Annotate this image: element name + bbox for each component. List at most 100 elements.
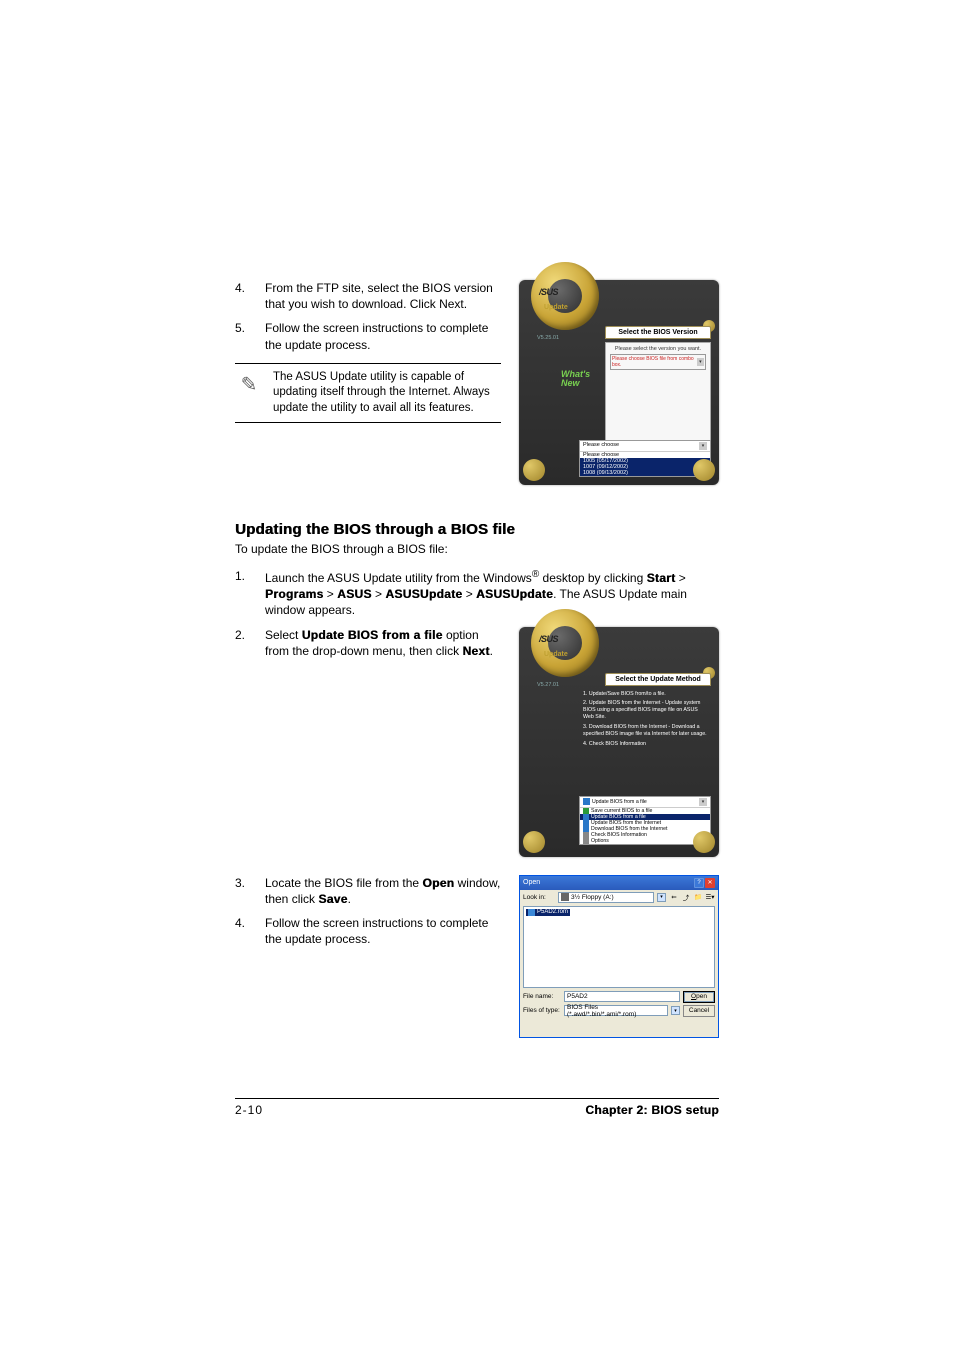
lookin-select[interactable]: 3½ Floppy (A:) (558, 892, 654, 903)
page-number: 2-10 (235, 1103, 263, 1117)
back-icon[interactable]: ⇐ (669, 892, 679, 902)
up-icon[interactable]: ⤴ (681, 892, 691, 902)
filename-input[interactable]: P5AD2 (564, 991, 680, 1002)
new-folder-icon[interactable]: 📁 (693, 892, 703, 902)
method-item: 2. Update BIOS from the Internet - Updat… (583, 700, 709, 721)
open-label: Open (422, 876, 454, 890)
list-item: 1. Launch the ASUS Update utility from t… (235, 568, 719, 619)
text-fragment: . (490, 644, 493, 658)
separator: > (675, 571, 685, 585)
file-name: P5AD2.rom (537, 909, 568, 915)
dropdown-value: Update BIOS from a file (592, 799, 647, 805)
bios-combo-box[interactable]: Please choose BIOS file from combo box. … (610, 354, 706, 370)
method-list: 1. Update/Save BIOS from/to a file. 2. U… (583, 691, 709, 751)
panel-body: Please select the version you want. Plea… (605, 342, 711, 453)
version-label: V5.25.01 (537, 335, 559, 341)
gold-knob-icon (693, 459, 715, 481)
asus-logo: /SUS (539, 634, 558, 644)
text-fragment: desktop by clicking (539, 571, 646, 585)
open-file-dialog: Open ? ✕ Look in: 3½ Floppy (A:) ▾ ⇐ ⤴ 📁… (519, 875, 719, 1038)
method-dropdown[interactable]: Update BIOS from a file ▾ Save current B… (579, 796, 711, 845)
step-number: 4. (235, 280, 253, 312)
panel-title: Select the Update Method (605, 673, 711, 686)
bottom-text-column: 3. Locate the BIOS file from the Open wi… (235, 875, 501, 1038)
text-fragment: Select (265, 628, 302, 642)
filetype-select[interactable]: BIOS Files (*.awd/*.bin/*.ami/*.rom) (564, 1005, 668, 1016)
list-item: 4. From the FTP site, select the BIOS ve… (235, 280, 501, 312)
menu-asusupdate: ASUSUpdate (385, 587, 462, 601)
gold-knob-icon (693, 831, 715, 853)
text-fragment: . (348, 892, 351, 906)
step-number: 2. (235, 627, 253, 659)
chevron-down-icon[interactable]: ▾ (699, 798, 707, 806)
combo-placeholder: Please choose BIOS file from combo box. (612, 356, 697, 368)
step-2-list: 2. Select Update BIOS from a file option… (235, 627, 501, 659)
bottom-instruction-row: 3. Locate the BIOS file from the Open wi… (235, 875, 719, 1038)
step-text: Follow the screen instructions to comple… (265, 320, 501, 352)
dropdown-option[interactable]: Options (580, 838, 710, 844)
gear-icon (583, 838, 589, 844)
chevron-down-icon[interactable]: ▾ (699, 442, 707, 450)
floppy-icon (561, 893, 569, 901)
update-label: Update (544, 304, 568, 311)
lookin-value: 3½ Floppy (A:) (571, 894, 614, 901)
pencil-icon: ✎ (235, 370, 263, 417)
open-button[interactable]: Open (683, 991, 715, 1003)
method-item: 4. Check BIOS Information (583, 741, 709, 748)
file-item-selected[interactable]: P5AD2.rom (526, 909, 570, 916)
titlebar-buttons: ? ✕ (694, 878, 715, 888)
step-number: 4. (235, 915, 253, 947)
step-number: 1. (235, 568, 253, 619)
step-number: 5. (235, 320, 253, 352)
filetype-label: Files of type: (523, 1007, 561, 1014)
chevron-down-icon[interactable]: ▾ (671, 1006, 680, 1015)
file-icon (528, 909, 535, 916)
page-footer: 2-10 Chapter 2: BIOS setup (235, 1098, 719, 1117)
dialog-titlebar: Open ? ✕ (520, 876, 718, 890)
file-list[interactable]: P5AD2.rom (523, 906, 715, 988)
document-page: 4. From the FTP site, select the BIOS ve… (0, 0, 954, 1280)
filetype-row: Files of type: BIOS Files (*.awd/*.bin/*… (523, 1005, 715, 1017)
filename-row: File name: P5AD2 Open (523, 991, 715, 1003)
toolbar-icons: ⇐ ⤴ 📁 ☰▾ (669, 892, 715, 902)
asus-update-window-version: /SUS Update V5.25.01 What'sNew Select th… (519, 280, 719, 485)
floppy-icon (583, 798, 590, 805)
dropdown-option[interactable]: 1008 (09/13/2002) (580, 470, 710, 476)
dropdown-list[interactable]: Please choose 1005 (05/17/2002) 1007 (09… (580, 452, 710, 476)
version-label: V5.27.01 (537, 682, 559, 688)
update-label: Update (544, 651, 568, 658)
version-dropdown[interactable]: Please choose ▾ Please choose 1005 (05/1… (579, 440, 711, 477)
note-box: ✎ The ASUS Update utility is capable of … (235, 363, 501, 424)
top-instruction-row: 4. From the FTP site, select the BIOS ve… (235, 280, 719, 485)
help-button[interactable]: ? (694, 878, 704, 888)
gold-knob-icon (523, 459, 545, 481)
filename-value: P5AD2 (567, 993, 588, 1000)
separator: > (462, 587, 476, 601)
filename-label: File name: (523, 993, 561, 1000)
filetype-value: BIOS Files (*.awd/*.bin/*.ami/*.rom) (567, 1004, 665, 1018)
step-text: Follow the screen instructions to comple… (265, 915, 501, 947)
separator: > (323, 587, 337, 601)
step-text: From the FTP site, select the BIOS versi… (265, 280, 501, 312)
section-subtext: To update the BIOS through a BIOS file: (235, 542, 719, 556)
dialog-title: Open (523, 879, 540, 886)
close-button[interactable]: ✕ (705, 878, 715, 888)
panel-title: Select the BIOS Version (605, 326, 711, 339)
step-number: 3. (235, 875, 253, 907)
dropdown-list[interactable]: Save current BIOS to a file Update BIOS … (580, 808, 710, 844)
method-item: 3. Download BIOS from the Internet - Dow… (583, 724, 709, 738)
chevron-down-icon[interactable]: ▾ (697, 358, 704, 366)
chapter-label: Chapter 2: BIOS setup (585, 1103, 719, 1117)
dialog-bottom: File name: P5AD2 Open Files of type: BIO… (520, 989, 718, 1021)
new-text: New (561, 378, 580, 388)
panel-instruction: Please select the version you want. (610, 346, 706, 352)
dropdown-selected[interactable]: Please choose ▾ (580, 441, 710, 452)
chevron-down-icon[interactable]: ▾ (657, 893, 666, 902)
menu-start: Start (647, 571, 676, 585)
cancel-button[interactable]: Cancel (683, 1005, 715, 1017)
asus-update-window-method: /SUS Update V5.27.01 Select the Update M… (519, 627, 719, 857)
view-menu-icon[interactable]: ☰▾ (705, 892, 715, 902)
note-text: The ASUS Update utility is capable of up… (273, 370, 501, 417)
dropdown-selected[interactable]: Update BIOS from a file ▾ (580, 797, 710, 808)
section-heading: Updating the BIOS through a BIOS file (235, 521, 719, 538)
